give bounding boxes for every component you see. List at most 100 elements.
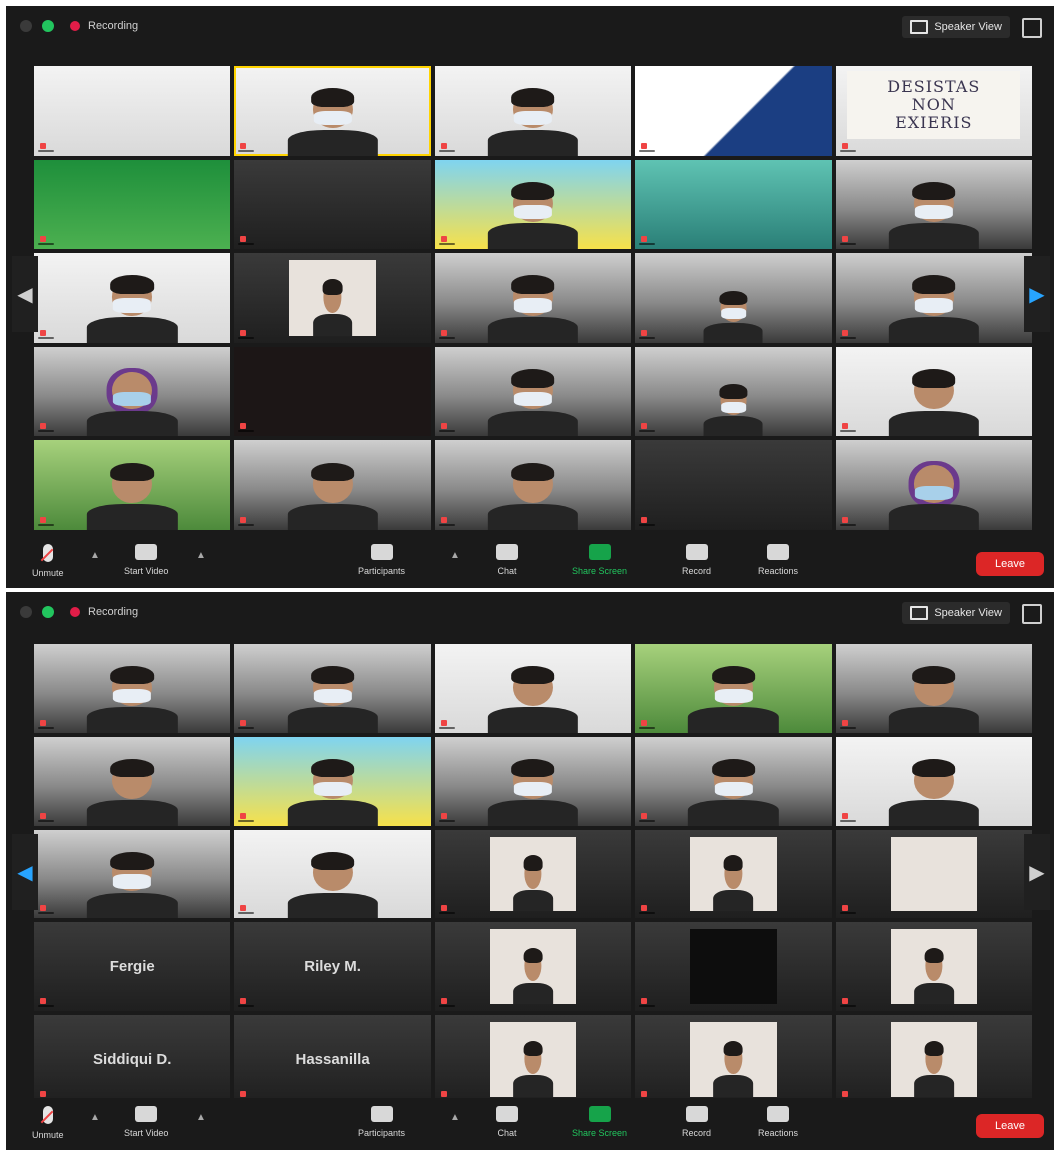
video-tile[interactable] <box>635 922 832 1012</box>
video-tile[interactable] <box>34 736 231 826</box>
participant-hair <box>523 855 543 871</box>
muted-mic-icon <box>40 719 46 726</box>
video-tile[interactable] <box>635 159 832 250</box>
window-control-icon[interactable] <box>20 606 32 618</box>
video-tile[interactable] <box>434 440 632 530</box>
leave-button[interactable]: Leave <box>976 552 1044 576</box>
fullscreen-icon[interactable] <box>1022 18 1042 38</box>
participant-name-label <box>238 726 255 729</box>
next-page-arrow-icon[interactable]: ▶ <box>1024 256 1050 332</box>
audio-options-chevron-icon[interactable]: ▲ <box>90 1112 100 1123</box>
video-tile[interactable] <box>34 440 231 530</box>
start-video-button[interactable]: Start Video <box>124 544 168 576</box>
participant-figure <box>287 847 378 919</box>
video-tile[interactable] <box>635 1015 832 1104</box>
video-tile[interactable] <box>835 1015 1032 1104</box>
security-shield-icon[interactable] <box>42 606 54 618</box>
video-tile[interactable] <box>835 829 1032 919</box>
share-screen-button[interactable]: Share Screen <box>572 544 627 576</box>
muted-mic-icon <box>641 719 648 726</box>
video-tile[interactable]: Riley M. <box>234 922 431 1012</box>
video-tile[interactable] <box>234 736 431 826</box>
participants-options-chevron-icon[interactable]: ▲ <box>450 1112 460 1123</box>
video-options-chevron-icon[interactable]: ▲ <box>196 1112 206 1123</box>
next-page-arrow-icon[interactable]: ▶ <box>1024 834 1050 910</box>
video-tile[interactable] <box>835 346 1032 437</box>
security-shield-icon[interactable] <box>42 20 54 32</box>
leave-button[interactable]: Leave <box>976 1114 1044 1138</box>
video-tile[interactable] <box>34 159 231 250</box>
record-button[interactable]: Record <box>682 1106 711 1138</box>
video-tile[interactable] <box>234 346 431 437</box>
share-screen-button[interactable]: Share Screen <box>572 1106 627 1138</box>
video-tile[interactable] <box>434 66 632 156</box>
speaker-view-button[interactable]: Speaker View <box>902 602 1010 624</box>
participant-name-label <box>38 523 54 526</box>
window-control-icon[interactable] <box>20 20 32 32</box>
video-options-chevron-icon[interactable]: ▲ <box>196 550 206 561</box>
video-tile[interactable] <box>835 644 1032 733</box>
video-tile[interactable] <box>234 66 431 156</box>
video-tile[interactable] <box>635 644 832 733</box>
video-tile[interactable] <box>434 253 632 343</box>
recording-indicator[interactable]: Recording <box>70 606 138 618</box>
video-tile[interactable] <box>234 829 431 919</box>
video-tile[interactable] <box>34 346 231 437</box>
video-tile[interactable] <box>434 829 632 919</box>
video-tile[interactable] <box>434 644 632 733</box>
video-tile[interactable] <box>835 440 1032 530</box>
previous-page-arrow-icon[interactable]: ◀ <box>12 834 38 910</box>
video-tile[interactable] <box>635 736 832 826</box>
video-tile[interactable] <box>635 346 832 437</box>
video-tile[interactable]: DESISTAS NON EXIERIS <box>835 66 1032 156</box>
fullscreen-icon[interactable] <box>1022 604 1042 624</box>
video-tile[interactable] <box>835 253 1032 343</box>
previous-page-arrow-icon[interactable]: ◀ <box>12 256 38 332</box>
chat-label: Chat <box>497 1128 517 1138</box>
video-tile[interactable] <box>635 440 832 530</box>
audio-options-chevron-icon[interactable]: ▲ <box>90 550 100 561</box>
participant-hair <box>719 290 748 306</box>
video-tile[interactable] <box>234 253 431 343</box>
participant-hair <box>719 384 748 399</box>
video-tile[interactable] <box>234 644 431 733</box>
video-tile[interactable] <box>835 736 1032 826</box>
reactions-button[interactable]: Reactions <box>758 544 798 576</box>
recording-indicator[interactable]: Recording <box>70 20 138 32</box>
video-tile[interactable]: Hassanilla <box>234 1015 431 1104</box>
participant-name-label <box>38 430 54 433</box>
video-tile[interactable]: Fergie <box>34 922 231 1012</box>
participants-button[interactable]: Participants <box>358 1106 405 1138</box>
video-tile[interactable] <box>434 346 632 437</box>
video-tile[interactable] <box>34 66 231 156</box>
chat-bubble-icon <box>496 544 518 560</box>
video-tile[interactable] <box>635 66 832 156</box>
video-tile[interactable] <box>434 922 632 1012</box>
speaker-view-button[interactable]: Speaker View <box>902 16 1010 38</box>
unmute-button[interactable]: Unmute <box>32 544 64 578</box>
unmute-button[interactable]: Unmute <box>32 1106 64 1140</box>
muted-mic-icon <box>40 998 46 1005</box>
reactions-button[interactable]: Reactions <box>758 1106 798 1138</box>
participants-options-chevron-icon[interactable]: ▲ <box>450 550 460 561</box>
video-tile[interactable] <box>835 159 1032 250</box>
muted-mic-icon <box>841 142 848 149</box>
record-button[interactable]: Record <box>682 544 711 576</box>
video-tile[interactable] <box>34 829 231 919</box>
video-tile[interactable] <box>434 1015 632 1104</box>
video-tile[interactable] <box>835 922 1032 1012</box>
chat-button[interactable]: Chat <box>496 1106 518 1138</box>
video-tile[interactable] <box>34 253 231 343</box>
video-tile[interactable] <box>234 159 431 250</box>
video-tile[interactable]: Siddiqui D. <box>34 1015 231 1104</box>
participants-button[interactable]: Participants <box>358 544 405 576</box>
video-tile[interactable] <box>434 736 632 826</box>
start-video-button[interactable]: Start Video <box>124 1106 168 1138</box>
video-tile[interactable] <box>635 253 832 343</box>
face-mask <box>514 204 552 220</box>
video-tile[interactable] <box>434 159 632 250</box>
video-tile[interactable] <box>635 829 832 919</box>
video-tile[interactable] <box>234 440 431 530</box>
video-tile[interactable] <box>34 644 231 733</box>
chat-button[interactable]: Chat <box>496 544 518 576</box>
